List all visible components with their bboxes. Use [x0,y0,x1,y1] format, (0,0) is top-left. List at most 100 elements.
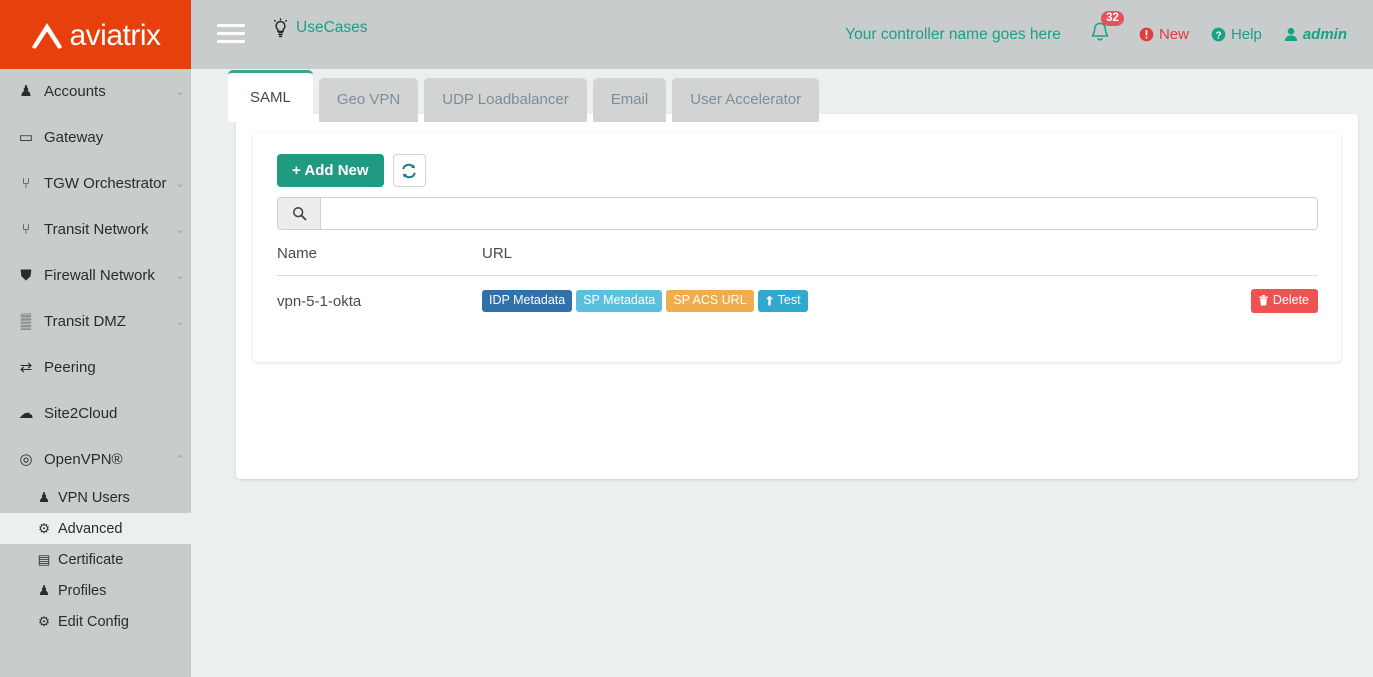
tab-bar: SAMLGeo VPNUDP LoadbalancerEmailUser Acc… [228,70,819,122]
sidebar-item-label: Gateway [44,129,169,146]
idp-metadata-badge[interactable]: IDP Metadata [482,290,572,312]
chevron-toggle-icon[interactable]: ⌄ [169,223,191,236]
delete-button[interactable]: Delete [1251,289,1318,313]
person-icon: ♟ [30,583,58,599]
notifications-button[interactable]: 32 [1083,20,1117,49]
sp-acs-url-badge[interactable]: SP ACS URL [666,290,753,312]
usecases-label: UseCases [296,19,368,37]
sidebar-item-label: TGW Orchestrator [44,175,169,192]
lightbulb-icon [272,18,289,38]
gears-icon: ⚙ [30,521,58,537]
sidebar-item-openvpn[interactable]: ◎OpenVPN®⌃ [0,436,191,482]
cell-url-actions: IDP Metadata SP Metadata SP ACS URL Test [482,290,1222,312]
help-label: Help [1231,26,1262,43]
tab-udp-loadbalancer[interactable]: UDP Loadbalancer [424,78,586,122]
svg-text:?: ? [1215,30,1221,41]
refresh-button[interactable] [393,154,426,187]
sidebar-item-accounts[interactable]: ♟Accounts⌄ [0,68,191,114]
tab-saml[interactable]: SAML [228,70,313,122]
user-icon [1284,27,1298,42]
usecases-link[interactable]: UseCases [272,18,368,38]
badge-label: SP ACS URL [673,294,746,307]
top-bar: aviatrix UseCases Your controller name g… [0,0,1373,69]
broadcast-icon: ◎ [8,450,44,468]
saml-inner-card: + Add New [253,133,1341,362]
aviatrix-chevron-logo-icon [30,20,64,50]
tab-geo-vpn[interactable]: Geo VPN [319,78,418,122]
sidebar-item-label: Profiles [58,583,169,599]
notification-count: 32 [1101,11,1124,26]
sidebar-item-label: Transit DMZ [44,313,169,330]
sidebar-item-certificate[interactable]: ▤Certificate [0,544,191,575]
sidebar-item-vpn-users[interactable]: ♟VPN Users [0,482,191,513]
shuffle-arrows-icon: ⇄ [8,358,44,376]
sidebar-item-label: Firewall Network [44,267,169,284]
tab-email[interactable]: Email [593,78,667,122]
sidebar-item-site2cloud[interactable]: ☁Site2Cloud [0,390,191,436]
card-icon: ▤ [30,552,58,568]
sidebar-item-firewall-network[interactable]: ⛊Firewall Network⌄ [0,252,191,298]
sidebar: ⤴Onboarding♟Accounts⌄▭Gateway⑂TGW Orches… [0,0,191,677]
saml-panel: SAMLGeo VPNUDP LoadbalancerEmailUser Acc… [236,114,1358,479]
monitor-icon: ▭ [8,128,44,146]
exclamation-circle-icon [1139,27,1154,42]
saml-table: Name URL vpn-5-1-oktaIDP MetadataSP Meta… [277,245,1318,326]
cloud-icon: ☁ [8,404,44,422]
column-header-url: URL [482,245,1318,262]
help-link[interactable]: ? Help [1211,26,1262,43]
chevron-toggle-icon[interactable]: ⌃ [169,453,191,466]
sidebar-item-label: Peering [44,359,169,376]
sidebar-item-label: VPN Users [58,490,169,506]
search-icon [292,206,307,221]
sidebar-item-label: Transit Network [44,221,169,238]
chevron-toggle-icon[interactable]: ⌄ [169,177,191,190]
sidebar-item-label: Advanced [58,521,169,537]
controller-name[interactable]: Your controller name goes here [845,26,1061,44]
sidebar-item-tgw-orchestrator[interactable]: ⑂TGW Orchestrator⌄ [0,160,191,206]
sidebar-item-peering[interactable]: ⇄Peering [0,344,191,390]
sidebar-item-label: Edit Config [58,614,169,630]
table-toolbar: + Add New [277,154,426,187]
brand-logo[interactable]: aviatrix [0,0,191,69]
sidebar-item-profiles[interactable]: ♟Profiles [0,575,191,606]
sidebar-item-label: Certificate [58,552,169,568]
table-header-row: Name URL [277,245,1318,276]
sidebar-item-label: Accounts [44,83,169,100]
brand-name: aviatrix [69,21,160,51]
cell-actions: Delete [1222,289,1318,313]
search-input[interactable] [320,197,1318,230]
badge-label: IDP Metadata [489,294,565,307]
topbar-right-group: Your controller name goes here 32 New ? … [845,0,1347,69]
add-new-button[interactable]: + Add New [277,154,384,187]
badge-label: Test [778,294,801,307]
sidebar-item-gateway[interactable]: ▭Gateway [0,114,191,160]
column-header-name: Name [277,245,482,262]
question-circle-icon: ? [1211,27,1226,42]
chevron-toggle-icon[interactable]: ⌄ [169,269,191,282]
new-label: New [1159,26,1189,43]
sidebar-item-edit-config[interactable]: ⚙Edit Config [0,606,191,637]
trash-icon [1259,295,1268,306]
new-link[interactable]: New [1139,26,1189,43]
sidebar-item-label: OpenVPN® [44,451,169,468]
chevron-toggle-icon[interactable]: ⌄ [169,85,191,98]
sidebar-item-advanced[interactable]: ⚙Advanced [0,513,191,544]
delete-label: Delete [1273,294,1309,307]
chevron-toggle-icon[interactable]: ⌄ [169,315,191,328]
tab-user-accelerator[interactable]: User Accelerator [672,78,819,122]
badge-label: SP Metadata [583,294,655,307]
transit-tree-icon: ⑂ [8,221,44,238]
menu-toggle-icon[interactable] [217,20,245,46]
test-badge[interactable]: Test [758,290,808,312]
tgw-node-icon: ⑂ [8,175,44,192]
users-icon: ♟ [30,490,58,506]
shield-icon: ⛊ [8,267,44,284]
gear-icon: ⚙ [30,614,58,630]
sp-metadata-badge[interactable]: SP Metadata [576,290,662,312]
user-label: admin [1303,26,1347,43]
user-menu[interactable]: admin [1284,26,1347,43]
sidebar-item-transit-network[interactable]: ⑂Transit Network⌄ [0,206,191,252]
search-button[interactable] [277,197,320,230]
refresh-icon [401,163,417,179]
sidebar-item-transit-dmz[interactable]: ▒Transit DMZ⌄ [0,298,191,344]
